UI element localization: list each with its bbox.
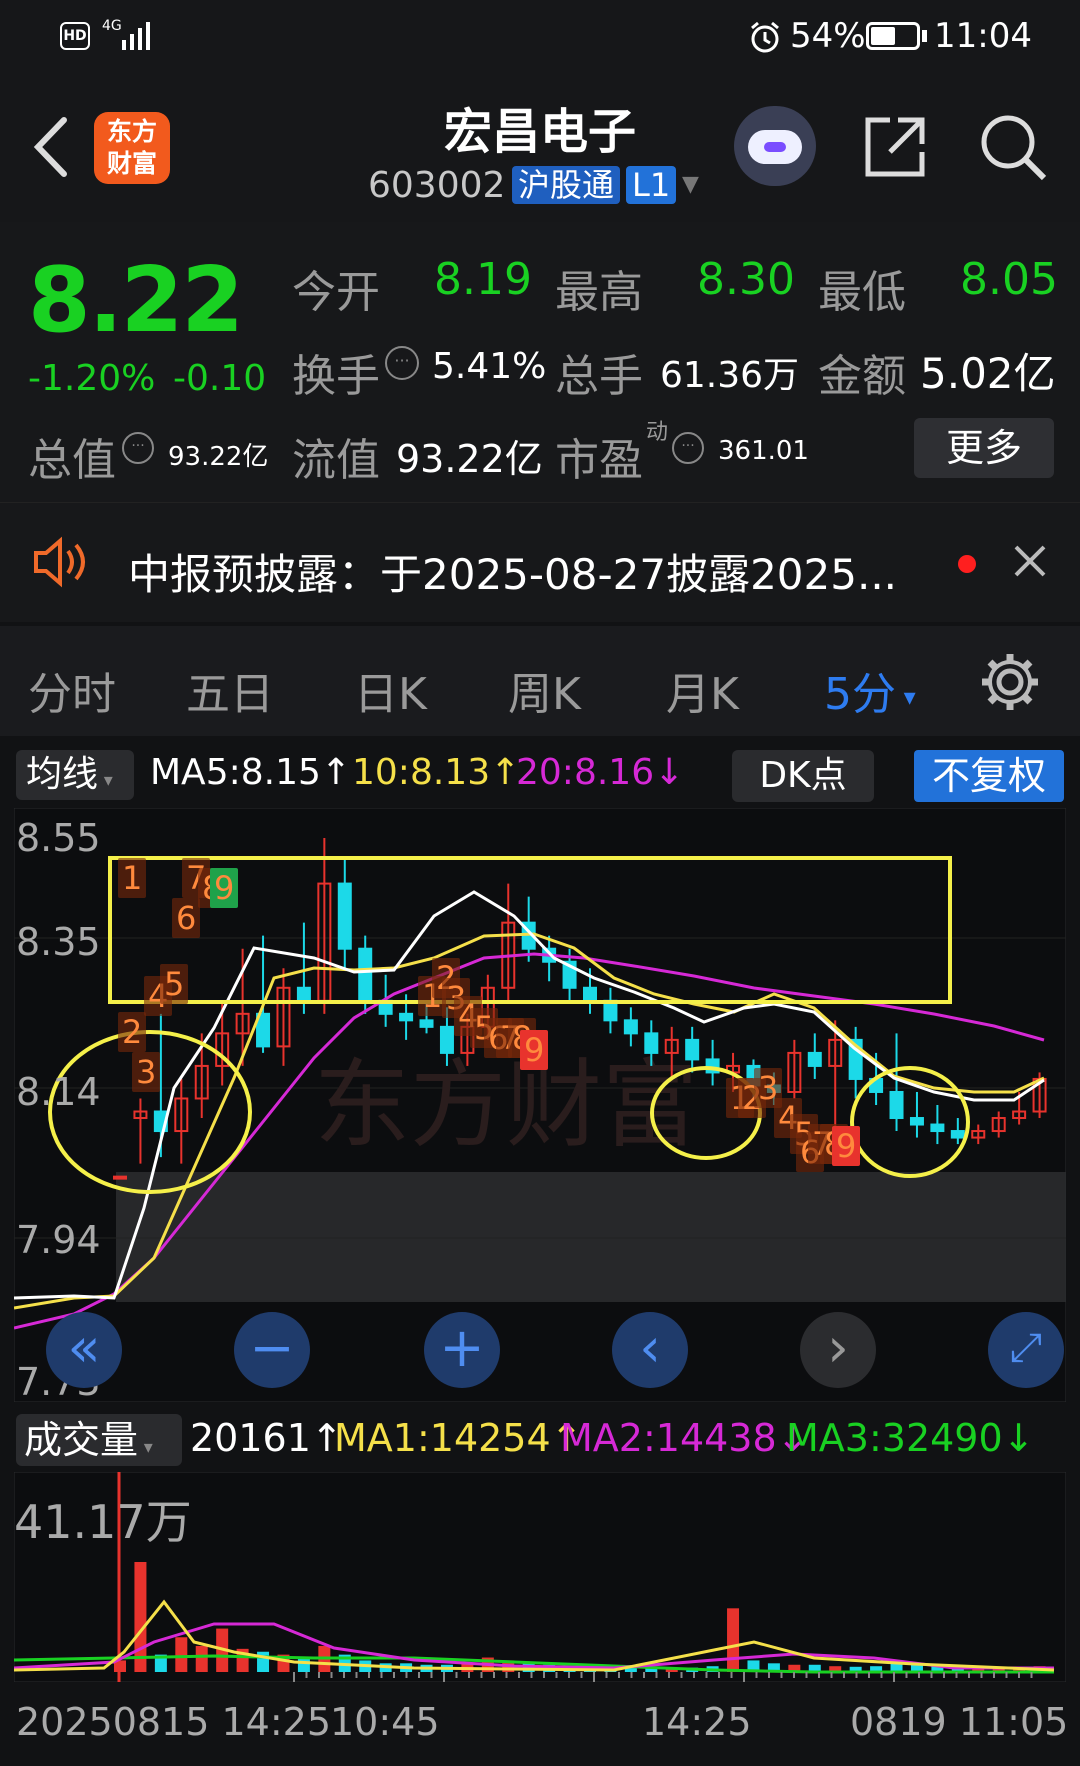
open-label: 今开 bbox=[292, 267, 380, 318]
volume-value: 61.36万 bbox=[660, 355, 800, 396]
td-marker: 5 bbox=[160, 964, 189, 1004]
change-amount: -0.10 bbox=[173, 358, 267, 399]
high-value: 8.30 bbox=[697, 254, 795, 305]
fullscreen-icon[interactable]: ⤢ bbox=[988, 1312, 1064, 1388]
notice-bar[interactable]: 中报预披露：于2025-08-27披露2025... bbox=[0, 502, 1080, 622]
mktcap-value: 93.22亿 bbox=[168, 442, 269, 472]
price-tick: 8.55 bbox=[16, 816, 101, 860]
high-label: 最高 bbox=[555, 267, 643, 318]
app-logo: 东方 财富 bbox=[94, 112, 170, 184]
zoom-out-button[interactable]: − bbox=[234, 1312, 310, 1388]
turnover-value: 5.41% bbox=[432, 346, 547, 387]
tab-intraday[interactable]: 分时 bbox=[28, 658, 116, 722]
tab-5min[interactable]: 5分 ▾ bbox=[824, 658, 916, 722]
td-marker: 1 bbox=[118, 858, 147, 898]
scroll-left-button[interactable]: ‹ bbox=[612, 1312, 688, 1388]
volume-indicator-select[interactable]: 成交量 ▾ bbox=[16, 1414, 182, 1466]
float-value: 93.22亿 bbox=[396, 437, 543, 481]
volume-ma3: MA3:32490↓ bbox=[786, 1416, 1035, 1460]
info-icon[interactable]: ··· bbox=[385, 346, 419, 380]
share-icon[interactable] bbox=[860, 112, 930, 182]
assistant-robot-icon[interactable] bbox=[734, 106, 816, 186]
battery-percent: 54% bbox=[790, 16, 866, 56]
zoom-in-button[interactable]: + bbox=[424, 1312, 500, 1388]
time-tick: 10:45 bbox=[330, 1700, 440, 1744]
volume-ma2: MA2:14438↓ bbox=[560, 1416, 809, 1460]
td-marker: 9 bbox=[520, 1030, 549, 1070]
td-marker: 9 bbox=[210, 868, 239, 908]
volume-label: 总手 bbox=[555, 351, 643, 402]
scroll-right-button[interactable]: › bbox=[800, 1312, 876, 1388]
hd-badge: HD bbox=[60, 22, 90, 50]
price-tick: 8.35 bbox=[16, 920, 101, 964]
td-marker: 6 bbox=[172, 898, 201, 938]
open-value: 8.19 bbox=[434, 254, 532, 305]
alarm-icon bbox=[748, 20, 782, 54]
info-icon[interactable]: ··· bbox=[672, 432, 704, 464]
time-tick: 0819 11:05 bbox=[850, 1700, 1069, 1744]
ma5-value: MA5:8.15↑ bbox=[150, 752, 352, 793]
volume-bar bbox=[297, 1657, 310, 1672]
ma20-value: 20:8.16↓ bbox=[516, 752, 685, 793]
td-markers: 123456789123456789123456789 bbox=[14, 808, 1066, 1402]
volume-bar bbox=[134, 1562, 147, 1672]
volume-bar bbox=[195, 1645, 208, 1672]
mktcap-label: 总值 bbox=[28, 435, 116, 486]
back-icon[interactable] bbox=[26, 112, 76, 182]
ma-select[interactable]: 均线 ▾ bbox=[16, 750, 134, 800]
unread-dot bbox=[958, 555, 976, 573]
price-tick: 7.94 bbox=[16, 1218, 101, 1262]
pe-superscript: 动 bbox=[646, 420, 669, 445]
fast-back-button[interactable]: « bbox=[46, 1312, 122, 1388]
status-bar: HD 4G 54% 11:04 bbox=[0, 0, 1080, 80]
dropdown-icon[interactable]: ▼ bbox=[682, 172, 699, 197]
level-badge: L1 bbox=[626, 166, 677, 204]
close-icon[interactable] bbox=[1010, 541, 1050, 581]
tab-weekly-k[interactable]: 周K bbox=[508, 658, 581, 722]
pe-label: 市盈 bbox=[555, 435, 643, 486]
volume-bar bbox=[727, 1608, 740, 1672]
time-tick: 20250815 14:25 bbox=[16, 1700, 332, 1744]
notice-text: 中报预披露：于2025-08-27披露2025... bbox=[128, 550, 898, 599]
volume-max-label: 41.17万 bbox=[14, 1495, 192, 1549]
td-marker: 3 bbox=[132, 1052, 161, 1092]
amount-value: 5.02亿 bbox=[920, 349, 1056, 398]
volume-ma1: MA1:14254↑ bbox=[334, 1416, 583, 1460]
clock: 11:04 bbox=[934, 16, 1032, 56]
gear-icon[interactable] bbox=[978, 650, 1042, 714]
stock-name: 宏昌电子 bbox=[443, 104, 636, 160]
low-value: 8.05 bbox=[960, 254, 1058, 305]
stock-code: 603002 bbox=[368, 165, 506, 206]
last-price: 8.22 bbox=[28, 248, 244, 353]
td-marker: 2 bbox=[118, 1012, 147, 1052]
tab-monthly-k[interactable]: 月K bbox=[666, 658, 739, 722]
battery-icon bbox=[866, 22, 920, 50]
hgt-badge: 沪股通 bbox=[512, 166, 621, 204]
dk-point-button[interactable]: DK点 bbox=[732, 750, 874, 802]
signal-icon bbox=[122, 22, 150, 50]
tab-daily-k[interactable]: 日K bbox=[354, 658, 427, 722]
low-label: 最低 bbox=[818, 267, 906, 318]
adjust-button[interactable]: 不复权 bbox=[914, 750, 1064, 802]
info-icon[interactable]: ··· bbox=[122, 432, 154, 464]
volume-current: 20161↑ bbox=[190, 1416, 343, 1460]
turnover-label: 换手 bbox=[292, 351, 380, 402]
td-marker: 9 bbox=[832, 1126, 861, 1166]
pe-value: 361.01 bbox=[718, 436, 809, 466]
more-button[interactable]: 更多 bbox=[914, 418, 1054, 478]
speaker-icon bbox=[32, 535, 92, 589]
time-tick: 14:25 bbox=[642, 1700, 752, 1744]
amount-label: 金额 bbox=[818, 351, 906, 402]
change-percent: -1.20% bbox=[28, 358, 156, 399]
float-label: 流值 bbox=[292, 435, 380, 486]
volume-bar bbox=[175, 1637, 188, 1672]
search-icon[interactable] bbox=[978, 112, 1048, 182]
network-label: 4G bbox=[102, 18, 122, 34]
price-tick: 8.14 bbox=[16, 1070, 101, 1114]
ma10-value: 10:8.13↑ bbox=[352, 752, 521, 793]
tab-five-day[interactable]: 五日 bbox=[186, 658, 274, 722]
